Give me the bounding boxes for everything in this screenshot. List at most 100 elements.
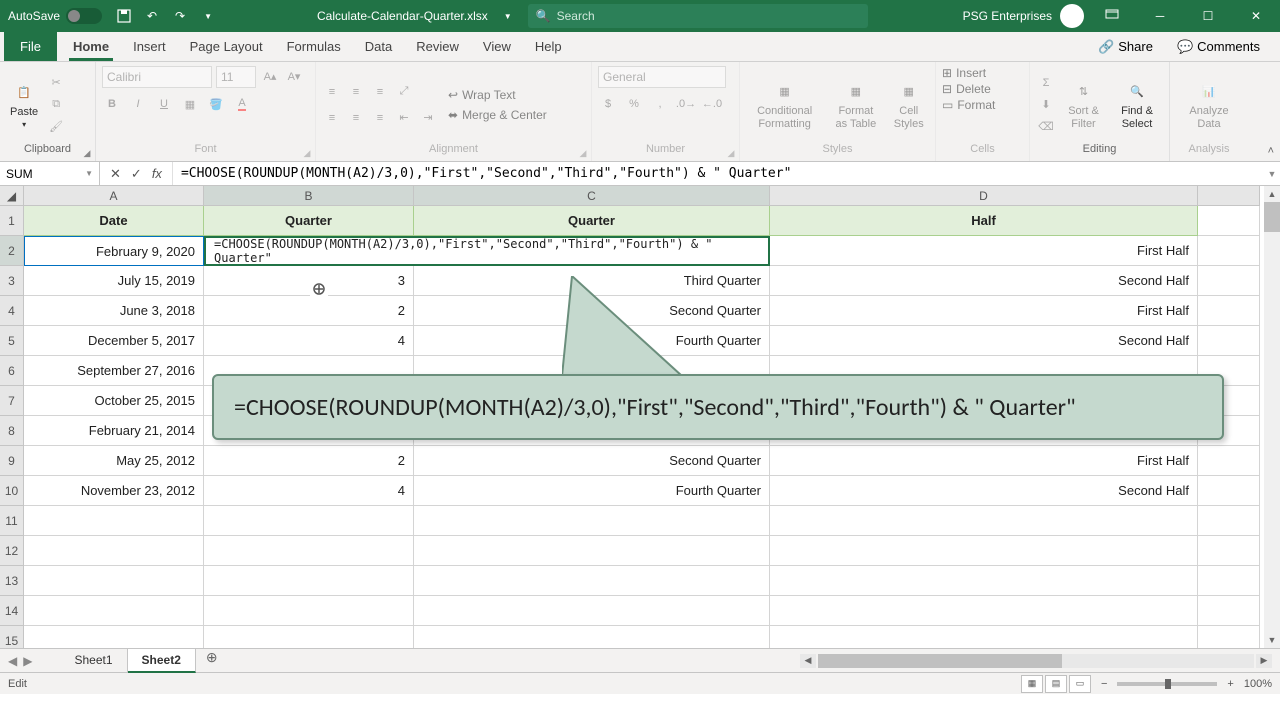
formula-bar-input[interactable]: =CHOOSE(ROUNDUP(MONTH(A2)/3,0),"First","…	[173, 162, 1264, 185]
view-page-layout-icon[interactable]: ▤	[1045, 675, 1067, 693]
italic-icon[interactable]: I	[128, 94, 148, 114]
cell-d9[interactable]: First Half	[770, 446, 1198, 476]
cell-b13[interactable]	[204, 566, 414, 596]
search-input[interactable]: 🔍 Search	[528, 4, 868, 28]
find-select-button[interactable]: 🔍Find & Select	[1111, 77, 1163, 131]
sheet-tab-sheet1[interactable]: Sheet1	[60, 649, 127, 673]
cell-a7[interactable]: October 25, 2015	[24, 386, 204, 416]
tab-data[interactable]: Data	[353, 32, 404, 61]
align-middle-icon[interactable]: ≡	[346, 82, 366, 102]
font-family-combo[interactable]: Calibri	[102, 66, 212, 88]
cell-a13[interactable]	[24, 566, 204, 596]
cell-styles-button[interactable]: ▦Cell Styles	[888, 77, 929, 131]
cell-c15[interactable]	[414, 626, 770, 648]
delete-cells-button[interactable]: ⊟Delete	[942, 82, 991, 96]
cell-a15[interactable]	[24, 626, 204, 648]
close-button[interactable]: ✕	[1236, 0, 1276, 32]
share-button[interactable]: 🔗Share	[1090, 35, 1161, 59]
bold-icon[interactable]: B	[102, 94, 122, 114]
font-launcher-icon[interactable]: ◢	[301, 147, 313, 159]
align-right-icon[interactable]: ≡	[370, 108, 390, 128]
cell-d10[interactable]: Second Half	[770, 476, 1198, 506]
cell-a9[interactable]: May 25, 2012	[24, 446, 204, 476]
hscroll-right-icon[interactable]: ▶	[1256, 654, 1272, 668]
cell-c13[interactable]	[414, 566, 770, 596]
increase-font-icon[interactable]: A▴	[260, 66, 280, 86]
align-top-icon[interactable]: ≡	[322, 82, 342, 102]
cell-a5[interactable]: December 5, 2017	[24, 326, 204, 356]
cell-b5[interactable]: 4	[204, 326, 414, 356]
row-header-15[interactable]: 15	[0, 626, 24, 648]
cell-a11[interactable]	[24, 506, 204, 536]
clear-icon[interactable]: ⌫	[1036, 117, 1056, 137]
col-header-d[interactable]: D	[770, 186, 1198, 206]
cell-a10[interactable]: November 23, 2012	[24, 476, 204, 506]
tab-view[interactable]: View	[471, 32, 523, 61]
cell-d13[interactable]	[770, 566, 1198, 596]
cell-c10[interactable]: Fourth Quarter	[414, 476, 770, 506]
cell-e12[interactable]	[1198, 536, 1260, 566]
comma-icon[interactable]: ,	[650, 94, 670, 114]
increase-decimal-icon[interactable]: .0→	[676, 94, 696, 114]
minimize-button[interactable]: ─	[1140, 0, 1180, 32]
expand-formula-bar-icon[interactable]: ▼	[1264, 162, 1280, 185]
row-header-8[interactable]: 8	[0, 416, 24, 446]
hscroll-left-icon[interactable]: ◀	[800, 654, 816, 668]
cell-b9[interactable]: 2	[204, 446, 414, 476]
cell-b12[interactable]	[204, 536, 414, 566]
vscroll-thumb[interactable]	[1264, 202, 1280, 232]
tab-home[interactable]: Home	[61, 32, 121, 61]
cell-d15[interactable]	[770, 626, 1198, 648]
fill-icon[interactable]: ⬇	[1036, 95, 1056, 115]
cell-e13[interactable]	[1198, 566, 1260, 596]
sort-filter-button[interactable]: ⇅Sort & Filter	[1060, 77, 1107, 131]
row-header-12[interactable]: 12	[0, 536, 24, 566]
sheet-tab-sheet2[interactable]: Sheet2	[128, 649, 196, 673]
header-date[interactable]: Date	[24, 206, 204, 236]
col-header-a[interactable]: A	[24, 186, 204, 206]
scroll-down-icon[interactable]: ▼	[1264, 632, 1280, 648]
align-left-icon[interactable]: ≡	[322, 108, 342, 128]
redo-icon[interactable]: ↷	[166, 2, 194, 30]
cell-e10[interactable]	[1198, 476, 1260, 506]
row-header-2[interactable]: 2	[0, 236, 24, 266]
maximize-button[interactable]: ☐	[1188, 0, 1228, 32]
cell-e11[interactable]	[1198, 506, 1260, 536]
cell-a14[interactable]	[24, 596, 204, 626]
cell-e1[interactable]	[1198, 206, 1260, 236]
copy-icon[interactable]: ⧉	[46, 95, 66, 115]
zoom-in-icon[interactable]: +	[1227, 678, 1233, 690]
tab-review[interactable]: Review	[404, 32, 471, 61]
row-header-1[interactable]: 1	[0, 206, 24, 236]
cell-b10[interactable]: 4	[204, 476, 414, 506]
cell-d12[interactable]	[770, 536, 1198, 566]
decrease-decimal-icon[interactable]: ←.0	[702, 94, 722, 114]
font-size-combo[interactable]: 11	[216, 66, 256, 88]
row-header-13[interactable]: 13	[0, 566, 24, 596]
row-header-7[interactable]: 7	[0, 386, 24, 416]
number-launcher-icon[interactable]: ◢	[725, 147, 737, 159]
cell-c14[interactable]	[414, 596, 770, 626]
cell-d11[interactable]	[770, 506, 1198, 536]
border-icon[interactable]: ▦	[180, 94, 200, 114]
cell-c12[interactable]	[414, 536, 770, 566]
row-header-9[interactable]: 9	[0, 446, 24, 476]
alignment-launcher-icon[interactable]: ◢	[577, 147, 589, 159]
scroll-up-icon[interactable]: ▲	[1264, 186, 1280, 202]
zoom-slider[interactable]	[1117, 682, 1217, 686]
merge-center-button[interactable]: ⬌Merge & Center	[448, 108, 547, 122]
sheet-nav-prev-icon[interactable]: ◀	[8, 654, 17, 668]
fill-color-icon[interactable]: 🪣	[206, 94, 226, 114]
tab-help[interactable]: Help	[523, 32, 574, 61]
header-half[interactable]: Half	[770, 206, 1198, 236]
enter-formula-icon[interactable]: ✓	[131, 166, 142, 182]
format-painter-icon[interactable]: 🖌	[46, 117, 66, 137]
currency-icon[interactable]: $	[598, 94, 618, 114]
align-bottom-icon[interactable]: ≡	[370, 82, 390, 102]
number-format-combo[interactable]: General	[598, 66, 726, 88]
cell-b11[interactable]	[204, 506, 414, 536]
autosave-toggle[interactable]	[66, 8, 102, 24]
header-quarter-c[interactable]: Quarter	[414, 206, 770, 236]
cell-a2[interactable]: February 9, 2020	[24, 236, 204, 266]
col-header-c[interactable]: C	[414, 186, 770, 206]
